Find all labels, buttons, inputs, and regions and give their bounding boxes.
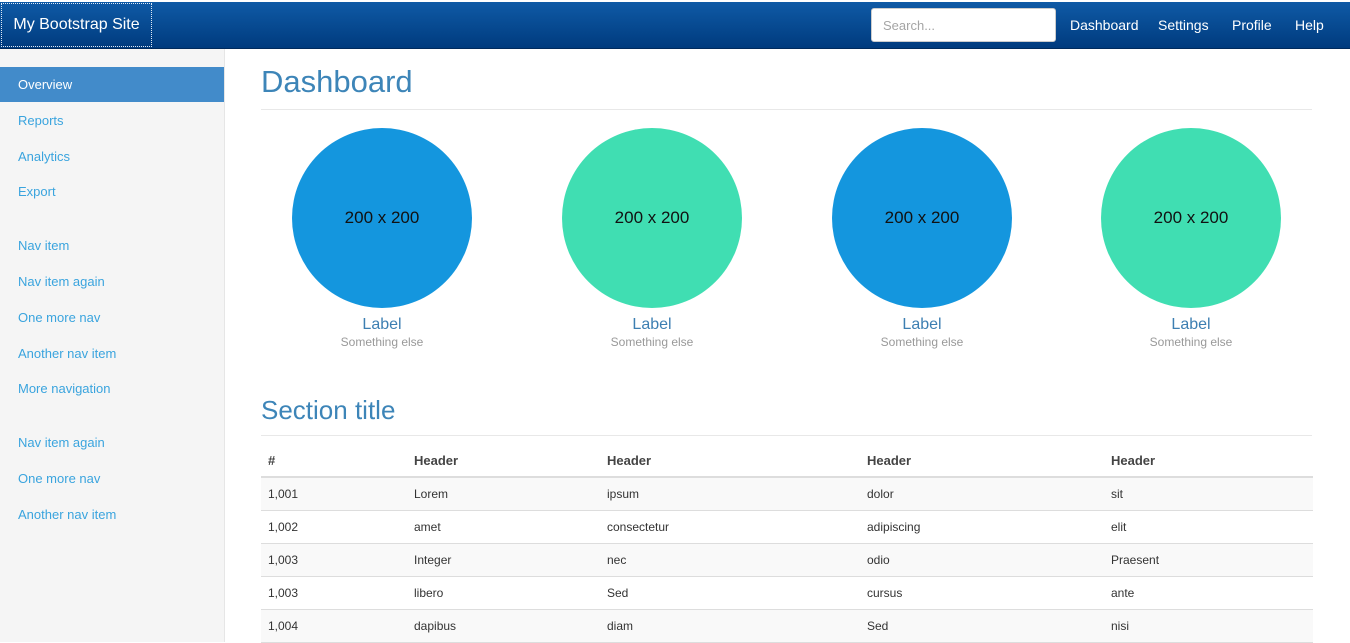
table-row: 1,002 amet consectetur adipiscing elit <box>261 510 1313 544</box>
page-title: Dashboard <box>261 64 413 99</box>
table-cell: 1,001 <box>261 477 407 511</box>
sidebar-item-one-more-nav[interactable]: One more nav <box>0 300 224 335</box>
table-cell: Lorem <box>407 477 600 511</box>
table-header-cell: Header <box>1104 445 1313 478</box>
table-row: 1,001 Lorem ipsum dolor sit <box>261 477 1313 511</box>
table-cell: elit <box>1104 510 1313 544</box>
sidebar-item-nav-item[interactable]: Nav item <box>0 228 224 263</box>
placeholder-image-text: 200 x 200 <box>884 208 960 227</box>
table-cell: 1,004 <box>261 609 407 643</box>
section-divider <box>261 435 1312 436</box>
table-cell: consectetur <box>600 510 860 544</box>
table-cell: Integer <box>407 543 600 577</box>
placeholder-label-4: Label <box>1171 316 1211 333</box>
section-title: Section title <box>261 395 396 425</box>
data-table: # Header Header Header Header 1,001 Lore… <box>261 445 1313 643</box>
table-header-cell: Header <box>600 445 860 478</box>
title-divider <box>261 109 1312 110</box>
table-cell: Sed <box>860 609 1104 643</box>
placeholder-image-3: 200 x 200 <box>832 128 1012 308</box>
nav-link-dashboard[interactable]: Dashboard <box>1070 2 1139 48</box>
placeholder-image-text: 200 x 200 <box>1153 208 1229 227</box>
top-navbar: My Bootstrap Site Dashboard Settings Pro… <box>0 2 1350 49</box>
placeholder-label-1: Label <box>362 316 402 333</box>
table-row: 1,003 libero Sed cursus ante <box>261 576 1313 610</box>
placeholder-image-4: 200 x 200 <box>1101 128 1281 308</box>
table-cell: 1,003 <box>261 576 407 610</box>
table-cell: sit <box>1104 477 1313 511</box>
placeholder-subtext-3: Something else <box>880 335 964 349</box>
table-cell: dolor <box>860 477 1104 511</box>
sidebar-item-nav-item-again-2[interactable]: Nav item again <box>0 425 224 460</box>
nav-link-settings[interactable]: Settings <box>1158 2 1209 48</box>
table-cell: amet <box>407 510 600 544</box>
table-row: 1,003 Integer nec odio Praesent <box>261 543 1313 577</box>
brand-link[interactable]: My Bootstrap Site <box>1 3 152 47</box>
table-cell: ipsum <box>600 477 860 511</box>
table-cell: nisi <box>1104 609 1313 643</box>
table-header-cell: Header <box>407 445 600 478</box>
table-cell: cursus <box>860 576 1104 610</box>
sidebar-item-reports[interactable]: Reports <box>0 103 224 138</box>
table-header-cell: Header <box>860 445 1104 478</box>
sidebar-item-analytics[interactable]: Analytics <box>0 139 224 174</box>
placeholder-subtext-4: Something else <box>1149 335 1233 349</box>
sidebar-item-another-nav-item-2[interactable]: Another nav item <box>0 497 224 532</box>
sidebar-item-more-navigation[interactable]: More navigation <box>0 371 224 406</box>
table-cell: libero <box>407 576 600 610</box>
placeholder-image-1: 200 x 200 <box>292 128 472 308</box>
nav-link-profile[interactable]: Profile <box>1232 2 1272 48</box>
placeholder-image-text: 200 x 200 <box>614 208 690 227</box>
sidebar-item-overview[interactable]: Overview <box>0 67 224 102</box>
table-cell: nec <box>600 543 860 577</box>
placeholder-image-2: 200 x 200 <box>562 128 742 308</box>
table-cell: 1,002 <box>261 510 407 544</box>
table-cell: ante <box>1104 576 1313 610</box>
sidebar-item-nav-item-again[interactable]: Nav item again <box>0 264 224 299</box>
sidebar-item-another-nav-item[interactable]: Another nav item <box>0 336 224 371</box>
nav-link-help[interactable]: Help <box>1295 2 1324 48</box>
placeholder-subtext-2: Something else <box>610 335 694 349</box>
table-cell: 1,003 <box>261 543 407 577</box>
placeholder-image-text: 200 x 200 <box>344 208 420 227</box>
table-cell: odio <box>860 543 1104 577</box>
search-input[interactable] <box>871 8 1056 42</box>
table-cell: adipiscing <box>860 510 1104 544</box>
table-cell: dapibus <box>407 609 600 643</box>
placeholder-label-3: Label <box>902 316 942 333</box>
table-header-cell: # <box>261 445 407 478</box>
table-header-row: # Header Header Header Header <box>261 445 1313 478</box>
placeholder-subtext-1: Something else <box>340 335 424 349</box>
sidebar-item-export[interactable]: Export <box>0 174 224 209</box>
table-row: 1,004 dapibus diam Sed nisi <box>261 609 1313 643</box>
table-cell: Praesent <box>1104 543 1313 577</box>
table-cell: diam <box>600 609 860 643</box>
sidebar: Overview Reports Analytics Export Nav it… <box>0 49 225 642</box>
placeholder-label-2: Label <box>632 316 672 333</box>
table-cell: Sed <box>600 576 860 610</box>
sidebar-item-one-more-nav-2[interactable]: One more nav <box>0 461 224 496</box>
